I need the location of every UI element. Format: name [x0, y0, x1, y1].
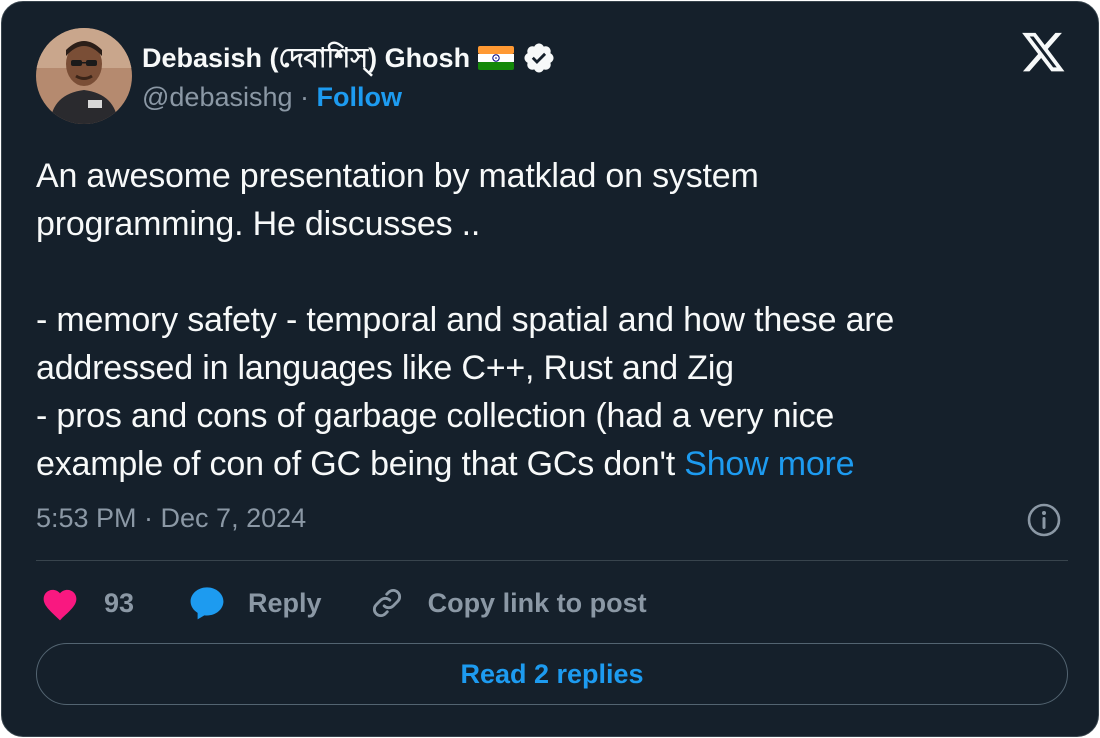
timestamp[interactable]: 5:53 PM · Dec 7, 2024 [36, 503, 306, 534]
tweet-line: An awesome presentation by matklad on sy… [36, 157, 759, 195]
show-more-link[interactable]: Show more [684, 445, 854, 483]
tweet-line: programming. He discusses .. [36, 205, 481, 243]
like-count: 93 [104, 587, 135, 618]
copy-link-label: Copy link to post [427, 587, 647, 618]
reply-label: Reply [248, 587, 322, 618]
tweet-line: example of con of GC being that GCs don'… [36, 445, 685, 483]
separator-dot: · [300, 82, 310, 112]
speech-bubble-icon [190, 587, 224, 620]
heart-icon [43, 589, 77, 621]
follow-button[interactable]: Follow [317, 82, 402, 112]
india-flag-icon [478, 46, 515, 75]
handle-row: @debasishg · Follow [142, 82, 402, 113]
author-row: Debasish (দেবাশিস্) Ghosh [142, 38, 556, 83]
author-handle[interactable]: @debasishg [142, 82, 293, 112]
tweet-line: addressed in languages like C++, Rust an… [36, 349, 734, 387]
like-button[interactable]: 93 [40, 585, 134, 621]
tweet-text: An awesome presentation by matklad on sy… [36, 152, 1066, 488]
read-replies-button[interactable]: Read 2 replies [36, 643, 1068, 705]
divider [36, 560, 1068, 561]
tweet-card: Debasish (দেবাশিস্) Ghosh @debasishg · F… [1, 1, 1099, 737]
tweet-last-line: example of con of GC being that GCs don'… [36, 440, 1066, 488]
action-bar: 93 Reply Copy link to post [40, 580, 647, 626]
reply-button[interactable]: Reply [188, 585, 322, 621]
author-name[interactable]: Debasish (দেবাশিস্) Ghosh [142, 38, 470, 83]
tweet-line: - memory safety - temporal and spatial a… [36, 301, 895, 339]
verified-badge-icon [522, 41, 556, 80]
read-replies-label: Read 2 replies [460, 658, 644, 689]
tweet-line: - pros and cons of garbage collection (h… [36, 397, 835, 435]
profile-photo [36, 28, 132, 124]
info-icon[interactable] [1026, 502, 1062, 538]
x-logo-icon[interactable] [1022, 32, 1066, 74]
avatar[interactable] [36, 28, 132, 124]
link-icon [372, 589, 401, 617]
copy-link-button[interactable]: Copy link to post [370, 586, 647, 620]
